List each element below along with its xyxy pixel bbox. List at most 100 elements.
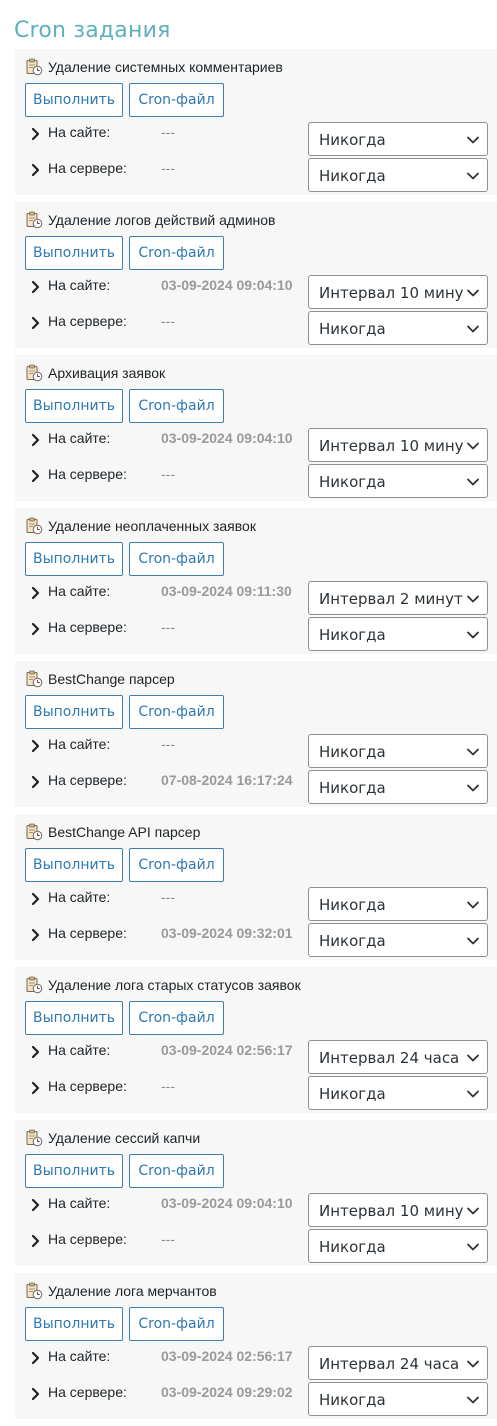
on-site-interval-value: Интервал 10 минут xyxy=(319,437,463,455)
cron-file-button[interactable]: Cron-файл xyxy=(129,236,224,270)
chevron-right-icon[interactable] xyxy=(29,469,43,483)
on-site-interval-select[interactable]: Никогда xyxy=(308,734,488,768)
on-site-row[interactable]: На сайте: --- Никогда xyxy=(25,884,497,921)
on-server-row[interactable]: На сервере: --- Никогда xyxy=(25,1073,497,1110)
chevron-right-icon[interactable] xyxy=(29,892,43,906)
run-button[interactable]: Выполнить xyxy=(25,389,123,423)
chevron-down-icon xyxy=(467,289,479,297)
chevron-down-icon xyxy=(467,1360,479,1368)
chevron-down-icon xyxy=(467,1054,479,1062)
on-site-label: На сайте: xyxy=(48,736,111,752)
on-server-interval-select[interactable]: Никогда xyxy=(308,158,488,192)
on-site-interval-select[interactable]: Интервал 24 часа xyxy=(308,1346,488,1380)
on-site-interval-select[interactable]: Интервал 10 минут xyxy=(308,428,488,462)
on-server-interval-select[interactable]: Никогда xyxy=(308,1076,488,1110)
run-button[interactable]: Выполнить xyxy=(25,542,123,576)
cron-file-button[interactable]: Cron-файл xyxy=(129,1001,224,1035)
on-server-row[interactable]: На сервере: --- Никогда xyxy=(25,308,497,345)
on-site-last-run: --- xyxy=(161,124,175,140)
chevron-right-icon[interactable] xyxy=(29,433,43,447)
on-site-interval-select[interactable]: Интервал 24 часа xyxy=(308,1040,488,1074)
on-server-label: На сервере: xyxy=(48,160,127,176)
run-button[interactable]: Выполнить xyxy=(25,1001,123,1035)
on-server-row[interactable]: На сервере: 03-09-2024 09:32:01 Никогда xyxy=(25,920,497,957)
chevron-right-icon[interactable] xyxy=(29,127,43,141)
cron-file-button[interactable]: Cron-файл xyxy=(129,848,224,882)
on-server-interval-value: Никогда xyxy=(319,1391,386,1409)
on-server-last-run: 07-08-2024 16:17:24 xyxy=(161,772,293,788)
on-site-row[interactable]: На сайте: 03-09-2024 02:56:17 Интервал 2… xyxy=(25,1343,497,1380)
chevron-right-icon[interactable] xyxy=(29,1045,43,1059)
on-site-interval-select[interactable]: Никогда xyxy=(308,122,488,156)
on-site-interval-select[interactable]: Интервал 10 минут xyxy=(308,275,488,309)
on-site-row[interactable]: На сайте: --- Никогда xyxy=(25,119,497,156)
on-site-row[interactable]: На сайте: 03-09-2024 09:11:30 Интервал 2… xyxy=(25,578,497,615)
run-button[interactable]: Выполнить xyxy=(25,695,123,729)
chevron-right-icon[interactable] xyxy=(29,928,43,942)
on-server-interval-select[interactable]: Никогда xyxy=(308,1229,488,1263)
on-server-interval-select[interactable]: Никогда xyxy=(308,311,488,345)
chevron-right-icon[interactable] xyxy=(29,1387,43,1401)
run-button[interactable]: Выполнить xyxy=(25,1307,123,1341)
chevron-right-icon[interactable] xyxy=(29,163,43,177)
task-title: Удаление неоплаченных заявок xyxy=(48,518,256,534)
chevron-right-icon[interactable] xyxy=(29,1234,43,1248)
run-button[interactable]: Выполнить xyxy=(25,236,123,270)
run-button[interactable]: Выполнить xyxy=(25,83,123,117)
on-server-interval-value: Никогда xyxy=(319,320,386,338)
chevron-right-icon[interactable] xyxy=(29,1198,43,1212)
on-server-row[interactable]: На сервере: 07-08-2024 16:17:24 Никогда xyxy=(25,767,497,804)
cron-file-button[interactable]: Cron-файл xyxy=(129,83,224,117)
on-site-row[interactable]: На сайте: --- Никогда xyxy=(25,731,497,768)
on-site-row[interactable]: На сайте: 03-09-2024 02:56:17 Интервал 2… xyxy=(25,1037,497,1074)
cron-file-button[interactable]: Cron-файл xyxy=(129,1154,224,1188)
cron-file-button[interactable]: Cron-файл xyxy=(129,542,224,576)
on-site-row[interactable]: На сайте: 03-09-2024 09:04:10 Интервал 1… xyxy=(25,1190,497,1227)
on-server-interval-select[interactable]: Никогда xyxy=(308,617,488,651)
chevron-right-icon[interactable] xyxy=(29,316,43,330)
cron-file-button[interactable]: Cron-файл xyxy=(129,1307,224,1341)
on-site-row[interactable]: На сайте: 03-09-2024 09:04:10 Интервал 1… xyxy=(25,272,497,309)
on-server-interval-select[interactable]: Никогда xyxy=(308,1382,488,1416)
on-site-interval-select[interactable]: Никогда xyxy=(308,887,488,921)
on-server-interval-select[interactable]: Никогда xyxy=(308,770,488,804)
on-site-interval-select[interactable]: Интервал 2 минуты xyxy=(308,581,488,615)
on-server-label: На сервере: xyxy=(48,313,127,329)
chevron-down-icon xyxy=(467,136,479,144)
clipboard-clock-icon xyxy=(26,976,43,994)
on-server-row[interactable]: На сервере: --- Никогда xyxy=(25,461,497,498)
chevron-down-icon xyxy=(467,631,479,639)
run-button[interactable]: Выполнить xyxy=(25,1154,123,1188)
on-site-last-run: 03-09-2024 02:56:17 xyxy=(161,1042,293,1058)
on-site-interval-value: Никогда xyxy=(319,896,386,914)
task-header: Удаление системных комментариев xyxy=(25,57,283,77)
on-server-row[interactable]: На сервере: 03-09-2024 09:29:02 Никогда xyxy=(25,1379,497,1416)
on-server-interval-select[interactable]: Никогда xyxy=(308,923,488,957)
clipboard-clock-icon xyxy=(26,58,43,76)
on-server-row[interactable]: На сервере: --- Никогда xyxy=(25,614,497,651)
chevron-right-icon[interactable] xyxy=(29,1351,43,1365)
on-site-interval-select[interactable]: Интервал 10 минут xyxy=(308,1193,488,1227)
cron-file-button[interactable]: Cron-файл xyxy=(129,389,224,423)
chevron-right-icon[interactable] xyxy=(29,280,43,294)
chevron-down-icon xyxy=(467,172,479,180)
on-site-label: На сайте: xyxy=(48,1042,111,1058)
task-title: Удаление логов действий админов xyxy=(48,212,276,228)
on-server-row[interactable]: На сервере: --- Никогда xyxy=(25,155,497,192)
chevron-right-icon[interactable] xyxy=(29,586,43,600)
on-server-interval-value: Никогда xyxy=(319,167,386,185)
chevron-right-icon[interactable] xyxy=(29,775,43,789)
cron-task-card: BestChange API парсер Выполнить Cron-фай… xyxy=(15,814,497,960)
on-site-interval-value: Никогда xyxy=(319,131,386,149)
on-server-row[interactable]: На сервере: --- Никогда xyxy=(25,1226,497,1263)
task-header: Удаление лога старых статусов заявок xyxy=(25,975,301,995)
on-server-label: На сервере: xyxy=(48,466,127,482)
on-site-row[interactable]: На сайте: 03-09-2024 09:04:10 Интервал 1… xyxy=(25,425,497,462)
run-button[interactable]: Выполнить xyxy=(25,848,123,882)
chevron-right-icon[interactable] xyxy=(29,739,43,753)
on-server-interval-select[interactable]: Никогда xyxy=(308,464,488,498)
chevron-right-icon[interactable] xyxy=(29,622,43,636)
chevron-down-icon xyxy=(467,1396,479,1404)
chevron-right-icon[interactable] xyxy=(29,1081,43,1095)
cron-file-button[interactable]: Cron-файл xyxy=(129,695,224,729)
